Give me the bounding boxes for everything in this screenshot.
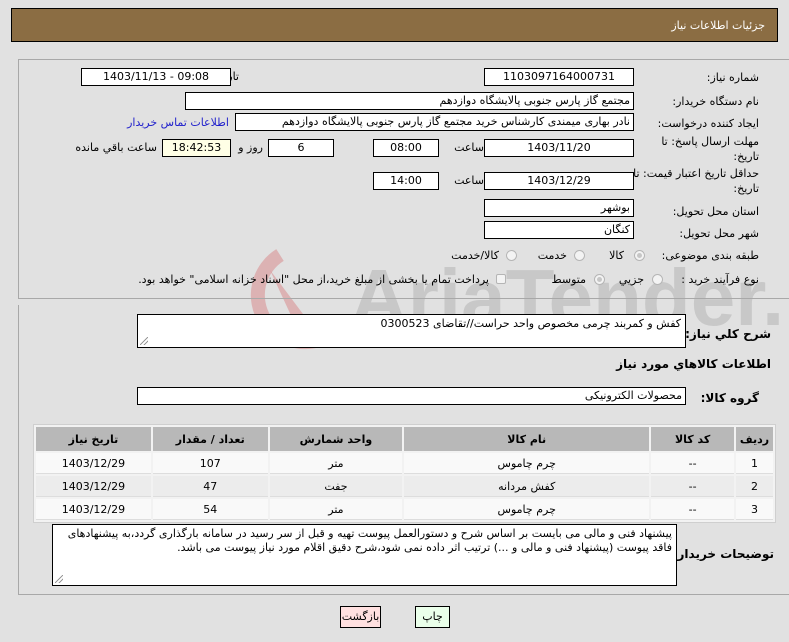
cell-name: چرم چاموس [404,453,650,474]
purchase-medium-label: متوسط [551,273,586,286]
category-service-label: خدمت [537,249,567,262]
buyer-org-field: مجتمع گاز پارس جنوبی پالایشگاه دوازدهم [185,92,634,110]
price-validity-label: حداقل تاریخ اعتبار قیمت: تا [633,167,759,180]
col-date: تاریخ نیاز [36,427,151,451]
col-unit: واحد شمارش [269,427,403,451]
category-label: طبقه بندی موضوعی: [661,249,759,262]
delivery-city-label: شهر محل تحویل: [679,227,759,240]
cell-date: 1403/12/29 [36,476,151,497]
buyer-notes-field[interactable]: پیشنهاد فنی و مالی می بایست بر اساس شرح … [52,524,677,586]
goods-section-title: اطلاعات کالاهاي مورد نياز [616,357,771,371]
cell-code: -- [651,476,735,497]
purchase-minor-label: جزیي [618,273,644,286]
reply-deadline-label-2: تاریخ: [733,150,759,163]
delivery-city-field: کنگان [484,221,634,239]
col-row: ردیف [736,427,773,451]
remaining-label: ساعت باقي مانده [75,141,157,154]
page-header: جزئیات اطلاعات نیاز [11,8,778,42]
cell-name: چرم چاموس [404,499,650,520]
buyer-notes-text: پیشنهاد فنی و مالی می بایست بر اساس شرح … [67,527,672,554]
description-label: شرح کلي نياز: [685,327,771,341]
buyer-org-label: نام دستگاه خریدار: [672,95,759,108]
reply-time-label: ساعت [454,141,484,154]
cell-row: 3 [736,499,773,520]
reply-deadline-time: 08:00 [373,139,439,157]
goods-table: ردیف کد کالا نام کالا واحد شمارش تعداد /… [33,424,776,523]
table-header-row: ردیف کد کالا نام کالا واحد شمارش تعداد /… [36,427,773,451]
requester-field: نادر بهاری میمندی کارشناس خرید مجتمع گاز… [235,113,634,131]
goods-group-field: محصولات الکترونیکی [137,387,686,405]
description-field[interactable]: کفش و کمربند چرمی مخصوص واحد حراست//تقاض… [137,314,686,348]
cell-qty: 107 [152,453,268,474]
remaining-days: 6 [268,139,334,157]
table-row: 1 -- چرم چاموس متر 107 1403/12/29 [36,453,773,474]
resize-grip-icon[interactable] [55,575,63,583]
cell-unit: متر [269,453,403,474]
need-number-field: 1103097164000731 [484,68,634,86]
cell-code: -- [651,499,735,520]
price-validity-label-2: تاریخ: [733,182,759,195]
remaining-time: 18:42:53 [162,139,231,157]
reply-deadline-date: 1403/11/20 [484,139,634,157]
announce-datetime-field: 1403/11/13 - 09:08 [81,68,231,86]
col-name: نام کالا [404,427,650,451]
description-text: کفش و کمربند چرمی مخصوص واحد حراست//تقاض… [380,317,681,330]
delivery-province-label: استان محل تحویل: [672,205,759,218]
purchase-minor-radio[interactable] [652,274,663,285]
cell-name: کفش مردانه [404,476,650,497]
goods-group-label: گروه کالا: [700,391,759,405]
buyer-contact-link[interactable]: اطلاعات تماس خریدار [127,116,229,129]
col-qty: تعداد / مقدار [152,427,268,451]
days-label: روز و [238,141,263,154]
col-code: کد کالا [651,427,735,451]
purchase-type-label: نوع فرآیند خرید : [681,273,759,286]
requester-label: ایجاد کننده درخواست: [657,117,759,130]
table-row: 3 -- چرم چاموس متر 54 1403/12/29 [36,499,773,520]
cell-code: -- [651,453,735,474]
treasury-payment-checkbox[interactable] [496,274,506,284]
price-time-label: ساعت [454,174,484,187]
buyer-notes-label: توضیحات خریدار: [672,547,774,561]
cell-unit: جفت [269,476,403,497]
page-title: جزئیات اطلاعات نیاز [671,19,765,32]
need-number-label: شماره نیاز: [706,71,759,84]
price-validity-time: 14:00 [373,172,439,190]
category-goods-service-radio[interactable] [506,250,517,261]
category-goods-radio[interactable] [634,250,645,261]
purchase-medium-radio[interactable] [594,274,605,285]
treasury-payment-note: پرداخت تمام یا بخشی از مبلغ خرید،از محل … [138,273,489,286]
table-row: 2 -- کفش مردانه جفت 47 1403/12/29 [36,476,773,497]
cell-unit: متر [269,499,403,520]
reply-deadline-label: مهلت ارسال پاسخ: تا [661,135,759,148]
price-validity-date: 1403/12/29 [484,172,634,190]
back-button[interactable]: بازگشت [340,606,381,628]
cell-qty: 47 [152,476,268,497]
cell-row: 2 [736,476,773,497]
cell-row: 1 [736,453,773,474]
cell-date: 1403/12/29 [36,453,151,474]
print-button[interactable]: چاپ [415,606,450,628]
cell-date: 1403/12/29 [36,499,151,520]
category-service-radio[interactable] [574,250,585,261]
category-goods-service-label: کالا/خدمت [451,249,499,262]
resize-grip-icon[interactable] [140,337,148,345]
delivery-province-field: بوشهر [484,199,634,217]
cell-qty: 54 [152,499,268,520]
category-goods-label: کالا [609,249,624,262]
